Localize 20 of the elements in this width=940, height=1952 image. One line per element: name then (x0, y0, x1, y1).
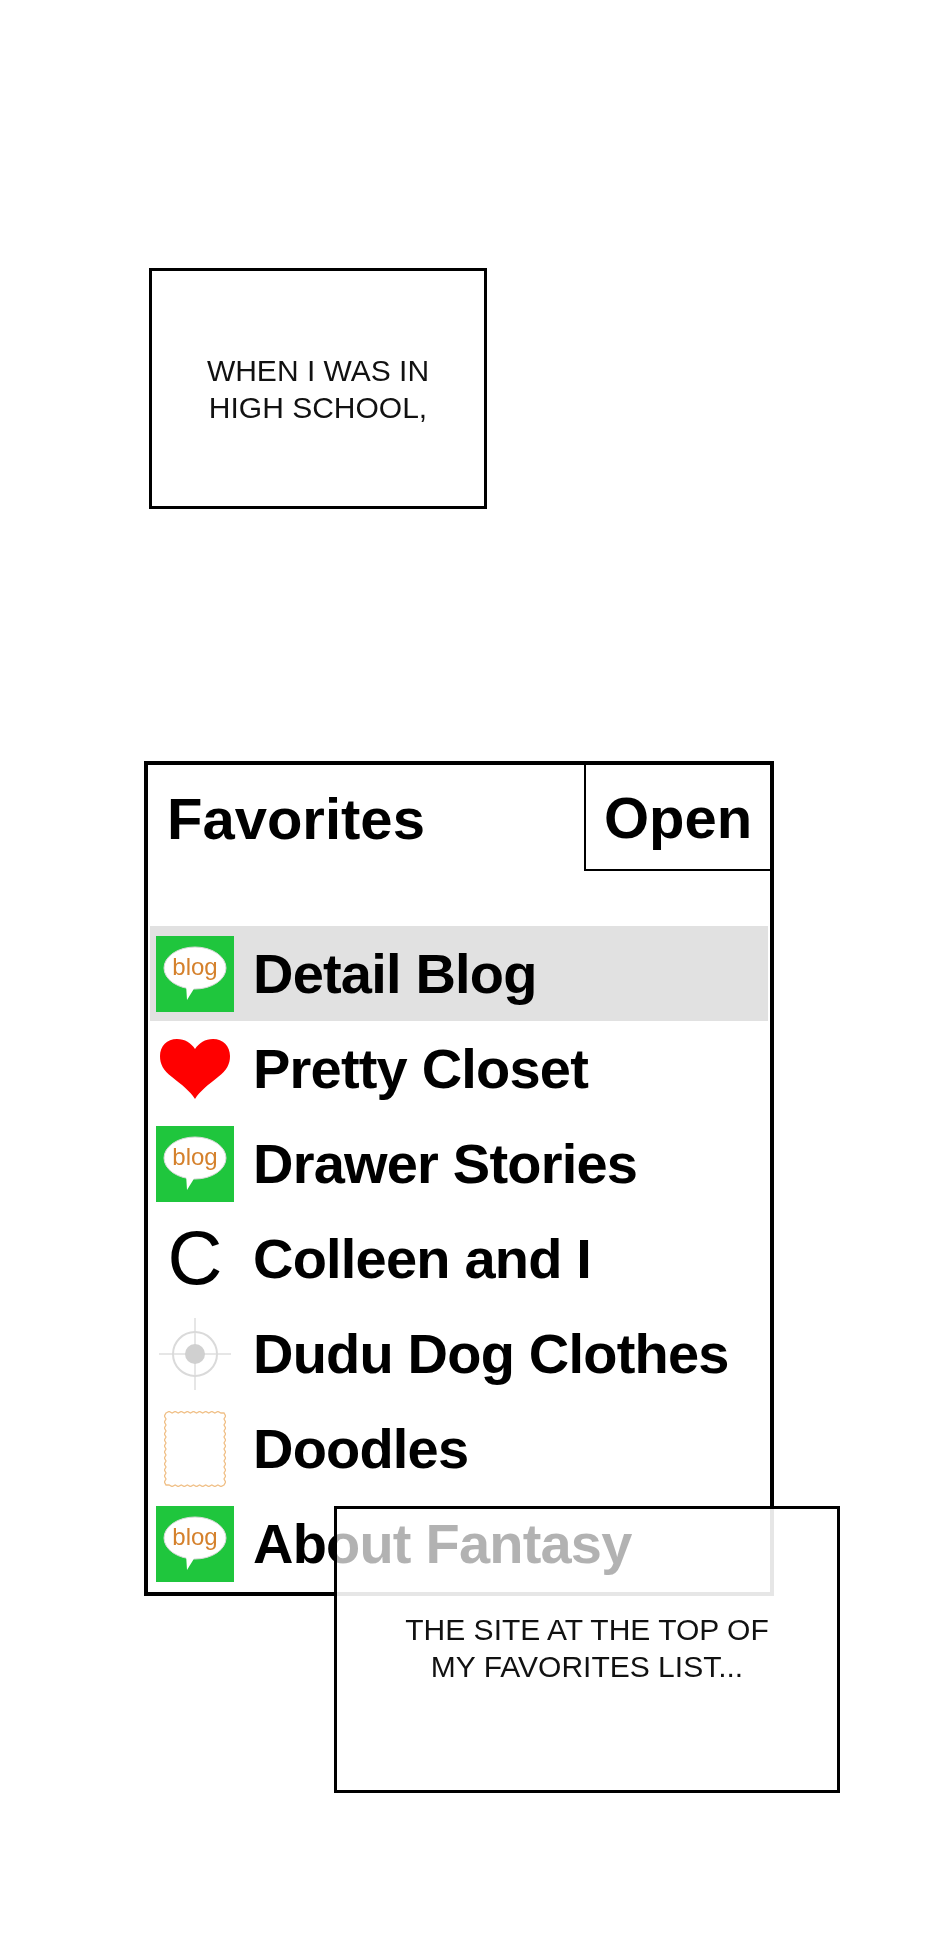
logo-text: blog (172, 1143, 218, 1171)
favorite-item[interactable]: Dudu Dog Clothes (150, 1306, 733, 1401)
logo-text: blog (172, 953, 218, 981)
speech-bubble-icon (163, 945, 227, 1000)
heart-icon (160, 1038, 230, 1099)
stamp-icon (164, 1410, 226, 1487)
caption-text: WHEN I WAS IN HIGH SCHOOL, (206, 352, 430, 426)
favorite-item[interactable]: blog Drawer Stories (150, 1116, 642, 1211)
panel-title: Favorites (166, 784, 425, 852)
caption-text: THE SITE AT THE TOP OF MY FAVORITES LIST... (405, 1612, 769, 1685)
favorite-item[interactable]: Pretty Closet (150, 1021, 593, 1116)
favorite-item[interactable]: Doodles (150, 1401, 473, 1496)
crosshair-icon (159, 1317, 231, 1390)
letter-icon: C (167, 1228, 223, 1289)
favorite-item[interactable]: C Colleen and I (150, 1211, 596, 1306)
speech-bubble-icon (163, 1515, 227, 1570)
logo-text: blog (172, 1523, 218, 1551)
speech-bubble-icon (163, 1135, 227, 1190)
open-button[interactable]: Open (584, 765, 770, 871)
favorite-item[interactable]: blog Detail Blog (150, 926, 768, 1021)
